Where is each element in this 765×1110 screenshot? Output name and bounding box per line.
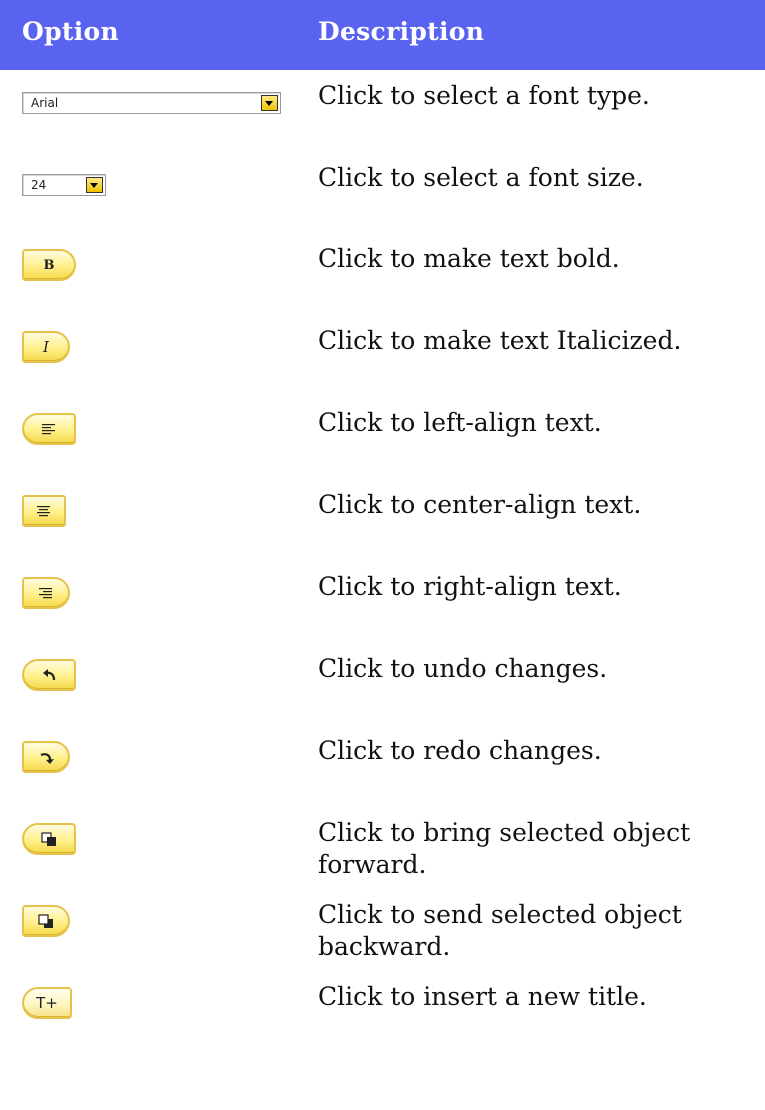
row-description: Click to send selected object backward.: [318, 900, 682, 961]
row-description: Click to left-align text.: [318, 408, 602, 437]
italic-button[interactable]: I: [22, 331, 70, 363]
font-type-combo[interactable]: Arial: [22, 92, 281, 114]
row-description: Click to bring selected object forward.: [318, 818, 691, 879]
undo-icon: [43, 669, 56, 681]
row-description: Click to center-align text.: [318, 490, 642, 519]
undo-button[interactable]: [22, 659, 76, 691]
align-center-button[interactable]: [22, 495, 66, 527]
font-size-combo[interactable]: 24: [22, 174, 106, 196]
send-backward-button[interactable]: [22, 905, 70, 937]
row-description: Click to select a font size.: [318, 163, 644, 192]
chevron-down-icon[interactable]: [261, 95, 278, 111]
header-option: Option: [22, 17, 119, 46]
redo-icon: [40, 753, 54, 764]
row-description: Click to make text Italicized.: [318, 326, 682, 355]
align-right-icon: [39, 588, 52, 599]
bring-forward-button[interactable]: [22, 823, 76, 855]
row-description: Click to redo changes.: [318, 736, 602, 765]
row-description: Click to select a font type.: [318, 81, 650, 110]
row-description: Click to make text bold.: [318, 244, 620, 273]
insert-title-button[interactable]: T+: [22, 987, 72, 1019]
align-left-button[interactable]: [22, 413, 76, 445]
chevron-down-icon[interactable]: [86, 177, 103, 193]
font-size-value: 24: [31, 178, 47, 192]
row-description: Click to undo changes.: [318, 654, 608, 683]
align-center-icon: [37, 506, 50, 517]
align-left-icon: [42, 424, 55, 435]
header-description: Description: [318, 17, 485, 46]
italic-icon: I: [43, 338, 49, 356]
insert-title-icon: T+: [36, 994, 58, 1012]
redo-button[interactable]: [22, 741, 70, 773]
row-description: Click to insert a new title.: [318, 982, 647, 1011]
bring-forward-icon: [41, 831, 56, 846]
font-type-value: Arial: [31, 96, 59, 110]
align-right-button[interactable]: [22, 577, 70, 609]
send-backward-icon: [38, 913, 53, 928]
table-header: Option Description: [0, 0, 765, 70]
bold-icon: B: [43, 257, 55, 273]
row-description: Click to right-align text.: [318, 572, 622, 601]
bold-button[interactable]: B: [22, 249, 76, 281]
